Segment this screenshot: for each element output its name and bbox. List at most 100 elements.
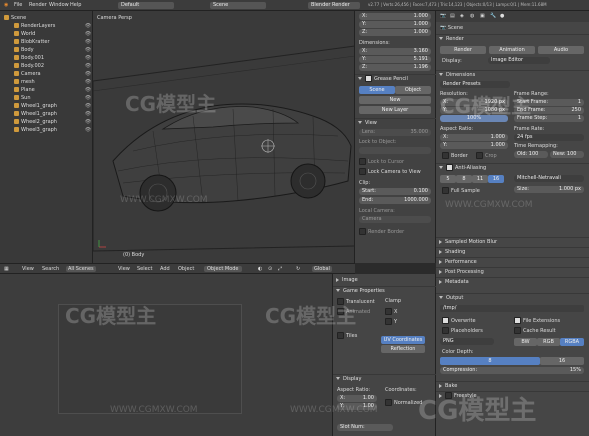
clamp-x-checkbox[interactable]: X bbox=[385, 308, 397, 315]
render-section-header[interactable]: Render bbox=[436, 34, 589, 43]
output-section-header[interactable]: Output bbox=[436, 293, 589, 302]
dimension-z-field[interactable]: Z: 1.196 bbox=[359, 64, 431, 71]
outliner-item[interactable]: Sun👁 ↖ ◉ bbox=[0, 94, 107, 102]
aa-5-button[interactable]: 5 bbox=[440, 175, 456, 183]
color-bw-button[interactable]: BW bbox=[514, 338, 537, 346]
normalized-checkbox[interactable]: Normalized bbox=[385, 399, 422, 406]
full-sample-checkbox[interactable]: Full Sample bbox=[442, 187, 480, 194]
rotate-icon[interactable]: ↻ bbox=[296, 266, 300, 272]
editor-type-icon[interactable]: ▦ bbox=[4, 266, 9, 272]
gp-object-tab[interactable]: Object bbox=[395, 86, 431, 94]
3d-viewport[interactable]: Camera Persp (0) Body bbox=[93, 11, 355, 263]
gp-scene-tab[interactable]: Scene bbox=[359, 86, 395, 94]
outliner-item[interactable]: Scene bbox=[0, 14, 97, 22]
select-menu[interactable]: Select bbox=[137, 266, 152, 272]
aspect-x-field[interactable]: X: 1.00 bbox=[337, 395, 377, 402]
filter-size-field[interactable]: Size: 1.000 px bbox=[514, 186, 584, 193]
orientation-dropdown[interactable]: Global bbox=[312, 266, 332, 272]
outliner-item[interactable]: Plane👁 ↖ ◉ bbox=[0, 86, 107, 94]
render-button[interactable]: Render bbox=[440, 46, 486, 54]
bake-section-header[interactable]: Bake bbox=[436, 381, 589, 390]
collapsed-section-header[interactable]: Post Processing bbox=[436, 267, 589, 276]
file-format-dropdown[interactable]: PNG bbox=[440, 338, 494, 345]
aspect-x-field[interactable]: X: 1.000 bbox=[440, 134, 508, 141]
outliner-item[interactable]: World👁 ↖ ◉ bbox=[0, 30, 107, 38]
scale-x-field[interactable]: X: 1.000 bbox=[359, 13, 431, 20]
gp-new-layer-button[interactable]: New Layer bbox=[359, 106, 431, 114]
color-depth-8-button[interactable]: 8 bbox=[440, 357, 540, 365]
object-tab-icon[interactable]: ▣ bbox=[480, 13, 485, 19]
crop-checkbox[interactable]: Crop bbox=[476, 152, 497, 159]
outliner-item[interactable]: RenderLayers👁 ↖ ◉ bbox=[0, 22, 107, 30]
lock-object-field[interactable] bbox=[359, 147, 431, 154]
outliner-view-menu[interactable]: View bbox=[22, 266, 34, 272]
clip-end-field[interactable]: End: 1000.000 bbox=[359, 197, 431, 204]
menu-window[interactable]: Window bbox=[49, 2, 69, 8]
lock-camera-to-view-checkbox[interactable]: Lock Camera to View bbox=[359, 168, 421, 175]
collapsed-section-header[interactable]: Metadata bbox=[436, 277, 589, 286]
aa-11-button[interactable]: 11 bbox=[472, 175, 488, 183]
blender-logo-icon[interactable]: ◉ bbox=[4, 2, 8, 8]
view-header[interactable]: View bbox=[355, 118, 436, 127]
cache-result-checkbox[interactable]: Cache Result bbox=[514, 327, 556, 334]
time-new-field[interactable]: New: 100 bbox=[550, 151, 584, 158]
outliner-item[interactable]: Body👁 ↖ ◉ bbox=[0, 46, 107, 54]
menu-render[interactable]: Render bbox=[29, 2, 47, 8]
file-extensions-checkbox[interactable]: File Extensions bbox=[514, 317, 560, 324]
image-section-header[interactable]: Image bbox=[333, 276, 436, 285]
outliner-item[interactable]: Camera👁 ↖ ◉ bbox=[0, 70, 107, 78]
slot-num-field[interactable]: Slot Num: bbox=[337, 424, 393, 431]
outliner-item[interactable]: Wheel3_graph👁 ↖ ◉ bbox=[0, 126, 107, 134]
outliner-search-menu[interactable]: Search bbox=[42, 266, 59, 272]
outliner-item[interactable]: Wheel1_graph👁 ↖ ◉ bbox=[0, 102, 107, 110]
lock-to-cursor-checkbox[interactable]: Lock to Cursor bbox=[359, 158, 404, 165]
output-path-field[interactable]: /tmp/ bbox=[440, 305, 584, 312]
border-checkbox[interactable]: Border bbox=[442, 152, 468, 159]
clip-start-field[interactable]: Start: 0.100 bbox=[359, 188, 431, 195]
object-menu[interactable]: Object bbox=[178, 266, 194, 272]
menu-help[interactable]: Help bbox=[70, 2, 81, 8]
outliner-item[interactable]: Wheel2_graph👁 ↖ ◉ bbox=[0, 118, 107, 126]
game-properties-header[interactable]: Game Properties bbox=[333, 286, 436, 295]
render-border-checkbox[interactable]: Render Border bbox=[359, 228, 404, 235]
placeholders-checkbox[interactable]: Placeholders bbox=[442, 327, 483, 334]
local-camera-field[interactable]: Camera bbox=[359, 216, 431, 223]
engine-selector[interactable]: Blender Render bbox=[308, 2, 360, 9]
outliner-item[interactable]: BlobKratter👁 ↖ ◉ bbox=[0, 38, 107, 46]
modifier-tab-icon[interactable]: 🔧 bbox=[490, 13, 496, 19]
world-tab-icon[interactable]: ◍ bbox=[470, 13, 474, 19]
lens-field[interactable]: Lens: 35.000 bbox=[359, 129, 431, 136]
color-rgba-button[interactable]: RGBA bbox=[560, 338, 584, 346]
reflection-button[interactable]: Reflection bbox=[381, 345, 425, 353]
pivot-icon[interactable]: ⊙ bbox=[268, 266, 272, 272]
overwrite-checkbox[interactable]: Overwrite bbox=[442, 317, 476, 324]
collapsed-section-header[interactable]: Performance bbox=[436, 257, 589, 266]
layers-tab-icon[interactable]: ▤ bbox=[450, 13, 455, 19]
mode-dropdown[interactable]: Object Mode bbox=[204, 266, 242, 272]
display-dropdown[interactable]: Image Editor bbox=[488, 57, 550, 64]
material-tab-icon[interactable]: ● bbox=[500, 13, 504, 19]
add-menu[interactable]: Add bbox=[160, 266, 170, 272]
compression-slider[interactable]: Compression: 15% bbox=[440, 367, 584, 374]
aa-16-button[interactable]: 16 bbox=[488, 175, 504, 183]
anti-aliasing-header[interactable]: Anti-Aliasing bbox=[436, 163, 589, 172]
tiles-checkbox[interactable]: Tiles bbox=[337, 332, 357, 339]
outliner-item[interactable]: Body.002👁 ↖ ◉ bbox=[0, 62, 107, 70]
outliner-item[interactable]: mesh👁 ↖ ◉ bbox=[0, 78, 107, 86]
scale-z-field[interactable]: Z: 1.000 bbox=[359, 29, 431, 36]
scene-filter-dropdown[interactable]: All Scenes bbox=[66, 266, 96, 272]
aa-8-button[interactable]: 8 bbox=[456, 175, 472, 183]
aspect-y-field[interactable]: Y: 1.000 bbox=[440, 142, 508, 149]
aa-filter-dropdown[interactable]: Mitchell-Netravali bbox=[514, 175, 584, 182]
dimension-y-field[interactable]: Y: 5.191 bbox=[359, 56, 431, 63]
dimensions-section-header[interactable]: Dimensions bbox=[436, 70, 589, 79]
render-tab-icon[interactable]: 📷 bbox=[440, 13, 446, 19]
scene-selector[interactable]: Scene bbox=[210, 2, 266, 9]
view-menu[interactable]: View bbox=[118, 266, 130, 272]
collapsed-section-header[interactable]: Shading bbox=[436, 247, 589, 256]
gp-new-button[interactable]: New bbox=[359, 96, 431, 104]
dimension-x-field[interactable]: X: 3.160 bbox=[359, 48, 431, 55]
manipulator-icon[interactable]: ⤢ bbox=[278, 266, 282, 272]
collapsed-section-header[interactable]: Sampled Motion Blur bbox=[436, 237, 589, 246]
shading-icon[interactable]: ◐ bbox=[258, 266, 262, 272]
